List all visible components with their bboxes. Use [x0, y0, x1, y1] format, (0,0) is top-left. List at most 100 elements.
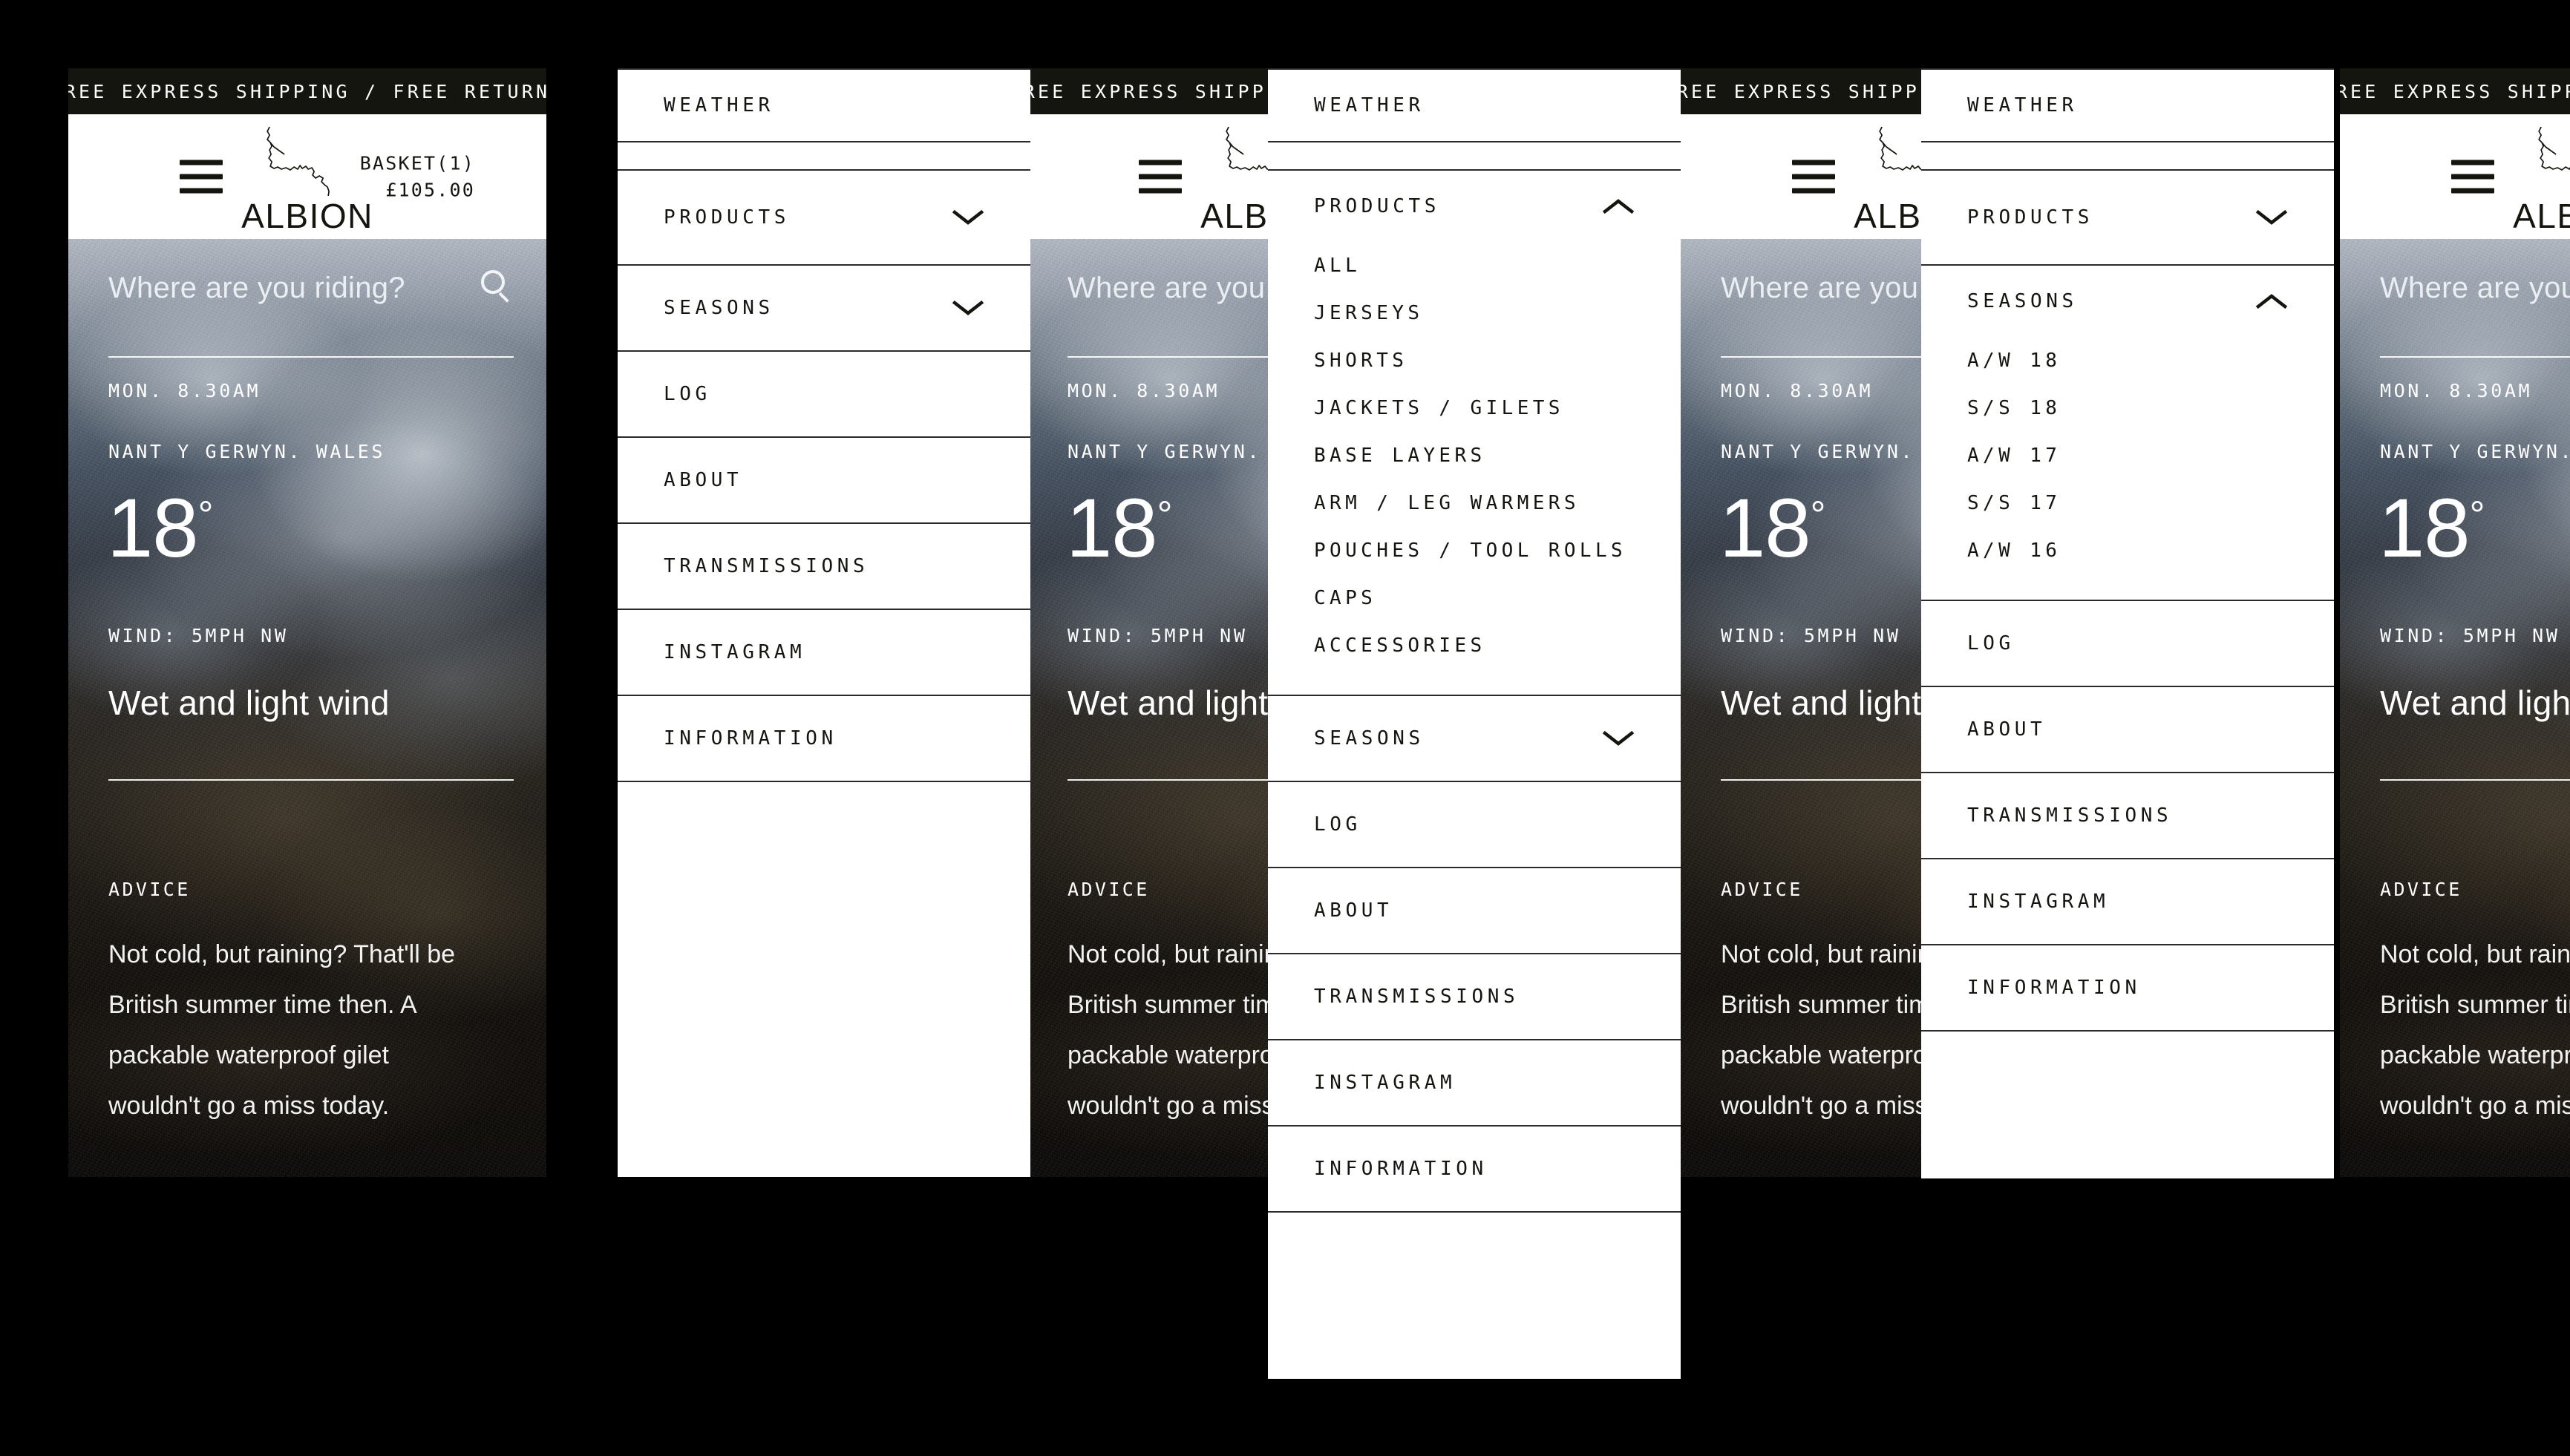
submenu-item-ss17[interactable]: S/S 17	[1967, 479, 2334, 527]
advice-text: Not cold, but raining? That'll be Britis…	[108, 940, 456, 1120]
search-icon[interactable]	[480, 270, 514, 304]
nav-menu-products-expanded: WEATHER PRODUCTS ALL JERSEYS SHORTS JACK…	[1268, 68, 1681, 1379]
sidebar-item-weather[interactable]: WEATHER	[618, 70, 1030, 141]
hamburger-icon[interactable]	[2451, 160, 2494, 194]
weather-summary: Wet and light wind	[108, 683, 390, 722]
divider-advice	[108, 779, 514, 781]
submenu-item-pouches-tool-rolls[interactable]: POUCHES / TOOL ROLLS	[1314, 527, 1681, 574]
weather-wind: WIND: 5MPH NW	[1721, 625, 1901, 646]
brand-name: ALBION	[241, 197, 373, 235]
submenu-item-ss18[interactable]: S/S 18	[1967, 384, 2334, 432]
sidebar-item-log[interactable]: LOG	[1921, 601, 2334, 687]
promo-text: FREE EXPRESS SHIPPING / FREE RETURNS	[68, 80, 546, 102]
weather-location: NANT Y GERWYN. WALES	[2380, 441, 2570, 462]
weather-hero: Where are you riding? MON. 8.30AM NANT Y…	[2340, 239, 2570, 1177]
albion-route-logo[interactable]: ALBION	[2513, 122, 2570, 236]
basket-count-label: BASKET(1)	[359, 152, 475, 174]
chevron-down-icon[interactable]	[1602, 729, 1635, 747]
advice-label: ADVICE	[108, 879, 191, 900]
sidebar-item-about[interactable]: ABOUT	[1268, 868, 1681, 954]
sidebar-item-about[interactable]: ABOUT	[618, 438, 1030, 524]
chevron-up-icon[interactable]	[1602, 197, 1635, 215]
sidebar-group-seasons: SEASONS A/W 18 S/S 18 A/W 17 S/S 17 A/W …	[1921, 266, 2334, 601]
sidebar-item-weather[interactable]: WEATHER	[1268, 70, 1681, 141]
submenu-item-jerseys[interactable]: JERSEYS	[1314, 289, 1681, 337]
seasons-submenu: A/W 18 S/S 18 A/W 17 S/S 17 A/W 16	[1921, 337, 2334, 600]
spacer-row	[1268, 141, 1681, 171]
submenu-item-all[interactable]: ALL	[1314, 242, 1681, 289]
advice-label: ADVICE	[1721, 879, 1803, 900]
sidebar-item-about[interactable]: ABOUT	[1921, 687, 2334, 773]
promo-bar: FREE EXPRESS SHIPPING / FREE RETURNS	[2340, 68, 2570, 114]
chevron-down-icon[interactable]	[2255, 209, 2288, 226]
weather-summary: Wet and light wind	[2380, 683, 2570, 722]
basket-summary[interactable]: BASKET(1) £105.00	[360, 151, 475, 203]
weather-datetime: MON. 8.30AM	[1067, 380, 1220, 401]
sidebar-item-transmissions[interactable]: TRANSMISSIONS	[1268, 954, 1681, 1040]
nav-menu-seasons-expanded: WEATHER PRODUCTS SEASONS A/W 18 S/S 18 A…	[1921, 68, 2334, 1178]
weather-temperature: 18°	[1066, 482, 1172, 574]
chevron-down-icon[interactable]	[952, 209, 984, 226]
phone-header: ALBION BASKET(1) £105.00	[68, 114, 546, 239]
sidebar-item-seasons[interactable]: SEASONS	[1921, 266, 2334, 337]
divider-search	[108, 356, 514, 358]
phone-header: ALBION BASKET(1) £105.00	[2340, 114, 2570, 239]
weather-datetime: MON. 8.30AM	[1721, 380, 1874, 401]
sidebar-item-products[interactable]: PRODUCTS	[618, 171, 1030, 266]
sidebar-item-products[interactable]: PRODUCTS	[1921, 171, 2334, 266]
search-input[interactable]: Where are you riding?	[2380, 272, 2570, 305]
location-search[interactable]: Where are you riding?	[2380, 272, 2570, 305]
weather-temperature: 18°	[2378, 482, 2485, 574]
weather-temperature: 18°	[1719, 482, 1825, 574]
submenu-item-accessories[interactable]: ACCESSORIES	[1314, 622, 1681, 669]
spacer-row	[1921, 141, 2334, 171]
submenu-item-arm-leg-warmers[interactable]: ARM / LEG WARMERS	[1314, 479, 1681, 527]
search-input[interactable]: Where are you riding?	[108, 272, 405, 305]
sidebar-item-products[interactable]: PRODUCTS	[1268, 171, 1681, 242]
chevron-up-icon[interactable]	[2255, 292, 2288, 310]
sidebar-item-information[interactable]: INFORMATION	[1268, 1127, 1681, 1213]
spacer-row	[618, 141, 1030, 171]
sidebar-group-products: PRODUCTS ALL JERSEYS SHORTS JACKETS / GI…	[1268, 171, 1681, 696]
location-search[interactable]: Where are you riding?	[108, 270, 514, 305]
submenu-item-aw16[interactable]: A/W 16	[1967, 527, 2334, 574]
hamburger-icon[interactable]	[180, 160, 223, 194]
submenu-item-aw17[interactable]: A/W 17	[1967, 432, 2334, 479]
hamburger-icon[interactable]	[1792, 160, 1835, 194]
sidebar-item-log[interactable]: LOG	[1268, 782, 1681, 868]
sidebar-item-instagram[interactable]: INSTAGRAM	[1268, 1040, 1681, 1127]
weather-datetime: MON. 8.30AM	[108, 380, 261, 401]
divider-advice	[2380, 779, 2570, 781]
weather-location: NANT Y GERWYN. WALES	[108, 441, 386, 462]
advice-text: Not cold, but raining? That'll be Britis…	[2380, 940, 2570, 1120]
albion-route-logo[interactable]: ALBION	[241, 122, 373, 236]
advice-label: ADVICE	[1067, 879, 1150, 900]
advice-label: ADVICE	[2380, 879, 2462, 900]
submenu-item-jackets-gilets[interactable]: JACKETS / GILETS	[1314, 384, 1681, 432]
sidebar-item-log[interactable]: LOG	[618, 352, 1030, 438]
hamburger-icon[interactable]	[1139, 160, 1182, 194]
submenu-item-caps[interactable]: CAPS	[1314, 574, 1681, 622]
sidebar-item-transmissions[interactable]: TRANSMISSIONS	[618, 524, 1030, 610]
promo-bar: FREE EXPRESS SHIPPING / FREE RETURNS	[68, 68, 546, 114]
sidebar-item-weather[interactable]: WEATHER	[1921, 70, 2334, 141]
submenu-item-base-layers[interactable]: BASE LAYERS	[1314, 432, 1681, 479]
submenu-item-aw18[interactable]: A/W 18	[1967, 337, 2334, 384]
basket-total: £105.00	[385, 179, 475, 200]
phone-weather-screen-4: FREE EXPRESS SHIPPING / FREE RETURNS ALB…	[2340, 68, 2570, 1177]
sidebar-item-instagram[interactable]: INSTAGRAM	[1921, 859, 2334, 945]
sidebar-item-seasons[interactable]: SEASONS	[618, 266, 1030, 352]
sidebar-item-information[interactable]: INFORMATION	[1921, 945, 2334, 1032]
sidebar-item-information[interactable]: INFORMATION	[618, 696, 1030, 782]
menu-footer-spacer	[1921, 1032, 2334, 1086]
divider-search	[2380, 356, 2570, 358]
sidebar-item-transmissions[interactable]: TRANSMISSIONS	[1921, 773, 2334, 859]
sidebar-item-seasons[interactable]: SEASONS	[1268, 696, 1681, 782]
products-submenu: ALL JERSEYS SHORTS JACKETS / GILETS BASE…	[1268, 242, 1681, 695]
phone-weather-screen-1: FREE EXPRESS SHIPPING / FREE RETURNS ALB…	[68, 68, 546, 1177]
menu-footer-spacer	[1268, 1213, 1681, 1268]
submenu-item-shorts[interactable]: SHORTS	[1314, 337, 1681, 384]
sidebar-item-instagram[interactable]: INSTAGRAM	[618, 610, 1030, 696]
chevron-down-icon[interactable]	[952, 299, 984, 317]
weather-wind: WIND: 5MPH NW	[108, 625, 289, 646]
